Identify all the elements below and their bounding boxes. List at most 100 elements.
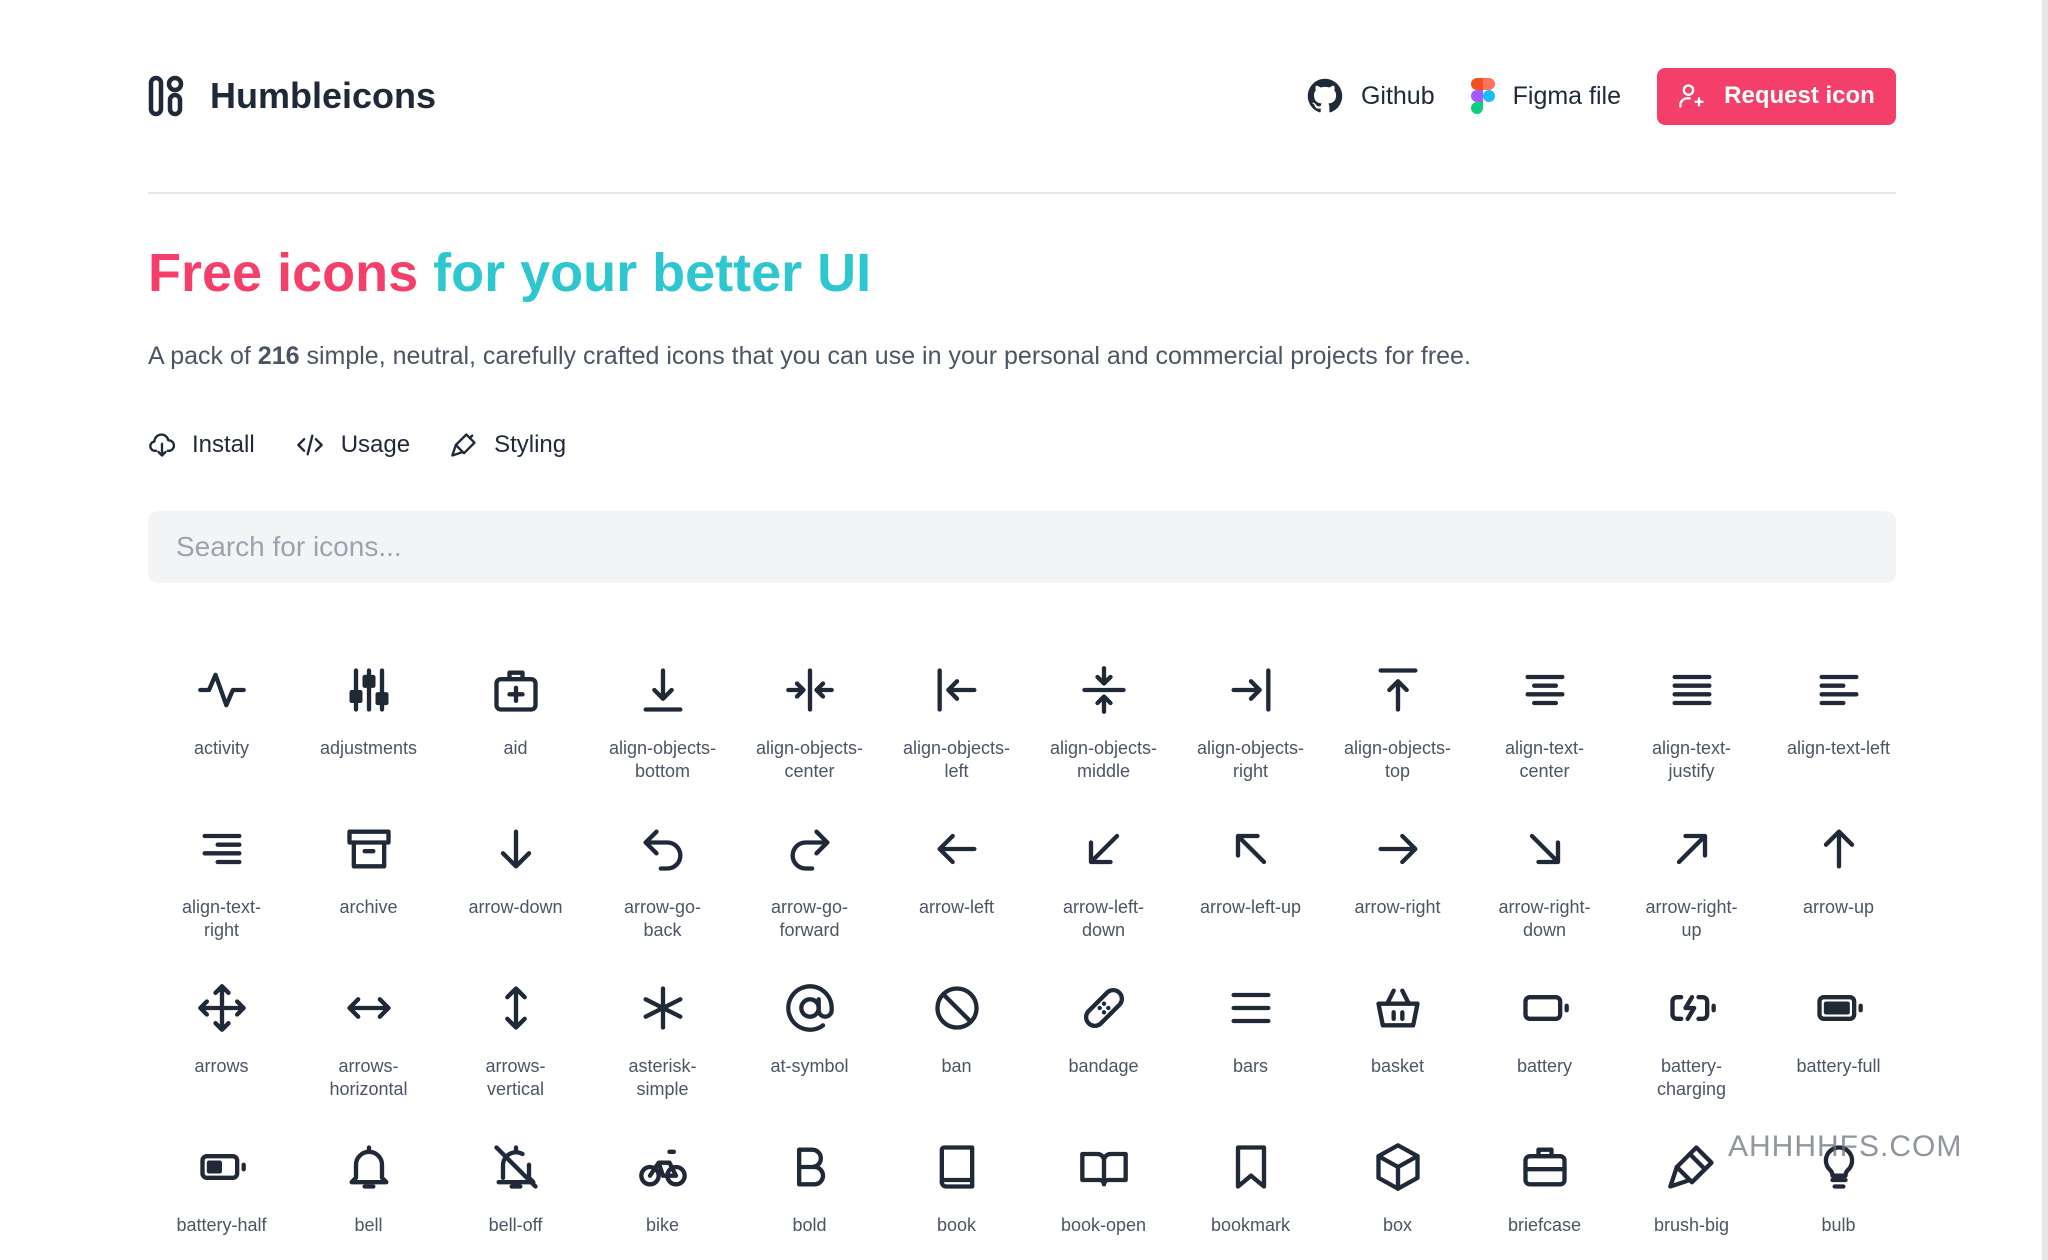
icon-card-align-objects-top[interactable]: align-objects-top (1324, 662, 1471, 821)
icon-card-align-text-center[interactable]: align-text-center (1471, 662, 1618, 821)
window-edge (2042, 0, 2048, 1260)
icon-label: arrow-go-forward (770, 897, 849, 940)
icon-card-adjustments[interactable]: adjustments (295, 662, 442, 821)
ban-icon (931, 980, 983, 1039)
arrow-up-icon (1813, 821, 1865, 880)
icon-card-arrows[interactable]: arrows (148, 980, 295, 1139)
icon-card-align-objects-center[interactable]: align-objects-center (736, 662, 883, 821)
github-link[interactable]: Github (1307, 78, 1435, 114)
icon-card-aid[interactable]: aid (442, 662, 589, 821)
icon-card-arrows-vertical[interactable]: arrows-vertical (442, 980, 589, 1139)
icon-card-align-objects-middle[interactable]: align-objects-middle (1030, 662, 1177, 821)
arrow-right-up-icon (1666, 821, 1718, 880)
icon-card-bike[interactable]: bike (589, 1139, 736, 1260)
icon-label: battery-charging (1656, 1056, 1727, 1099)
icon-card-bold[interactable]: bold (736, 1139, 883, 1260)
search-input[interactable] (148, 511, 1896, 583)
icon-card-arrow-right-down[interactable]: arrow-right-down (1471, 821, 1618, 980)
icon-label: bell (354, 1215, 383, 1235)
icon-card-battery-half[interactable]: battery-half (148, 1139, 295, 1260)
arrow-go-forward-icon (784, 821, 836, 880)
box-icon (1372, 1139, 1424, 1198)
icon-label: at-symbol (770, 1056, 849, 1076)
icon-card-align-text-left[interactable]: align-text-left (1765, 662, 1912, 821)
icon-card-align-objects-bottom[interactable]: align-objects-bottom (589, 662, 736, 821)
battery-charging-icon (1666, 980, 1718, 1039)
icon-card-arrow-right[interactable]: arrow-right (1324, 821, 1471, 980)
icon-label: aid (503, 738, 528, 758)
icon-label: align-text-right (181, 897, 262, 940)
align-text-left-icon (1813, 662, 1865, 721)
icon-card-battery[interactable]: battery (1471, 980, 1618, 1139)
icon-label: arrows-horizontal (329, 1056, 408, 1099)
icon-card-bars[interactable]: bars (1177, 980, 1324, 1139)
icon-card-arrow-right-up[interactable]: arrow-right-up (1618, 821, 1765, 980)
icon-card-align-text-right[interactable]: align-text-right (148, 821, 295, 980)
icon-card-arrow-up[interactable]: arrow-up (1765, 821, 1912, 980)
icon-card-arrows-horizontal[interactable]: arrows-horizontal (295, 980, 442, 1139)
adjustments-icon (343, 662, 395, 721)
basket-icon (1372, 980, 1424, 1039)
icon-card-archive[interactable]: archive (295, 821, 442, 980)
icon-card-arrow-down[interactable]: arrow-down (442, 821, 589, 980)
icon-label: arrows (194, 1056, 249, 1076)
icon-card-battery-charging[interactable]: battery-charging (1618, 980, 1765, 1139)
tab-install[interactable]: Install (148, 431, 255, 459)
aid-icon (490, 662, 542, 721)
activity-icon (196, 662, 248, 721)
icon-label: align-objects-middle (1049, 738, 1158, 781)
icon-card-bookmark[interactable]: bookmark (1177, 1139, 1324, 1260)
icon-card-bell[interactable]: bell (295, 1139, 442, 1260)
icon-card-activity[interactable]: activity (148, 662, 295, 821)
icon-card-ban[interactable]: ban (883, 980, 1030, 1139)
icon-card-align-objects-right[interactable]: align-objects-right (1177, 662, 1324, 821)
icon-card-book[interactable]: book (883, 1139, 1030, 1260)
icon-card-bell-off[interactable]: bell-off (442, 1139, 589, 1260)
icon-label: align-text-justify (1651, 738, 1732, 781)
icon-card-battery-full[interactable]: battery-full (1765, 980, 1912, 1139)
align-text-center-icon (1519, 662, 1571, 721)
request-icon-label: Request icon (1724, 82, 1875, 109)
desc-post: simple, neutral, carefully crafted icons… (299, 342, 1471, 370)
brush-big-icon (1666, 1139, 1718, 1198)
tab-styling[interactable]: Styling (450, 431, 566, 459)
icon-grid: activity adjustments aid align-objects-bott… (148, 662, 1918, 1260)
arrow-down-icon (490, 821, 542, 880)
icon-label: adjustments (319, 738, 418, 758)
tab-usage[interactable]: Usage (295, 431, 410, 459)
icon-label: align-objects-right (1196, 738, 1305, 781)
figma-link[interactable]: Figma file (1470, 78, 1621, 114)
icon-label: bold (792, 1215, 827, 1235)
icon-label: asterisk-simple (628, 1056, 697, 1099)
brand[interactable]: Humbleicons (148, 75, 436, 117)
arrows-vertical-icon (490, 980, 542, 1039)
archive-icon (343, 821, 395, 880)
icon-card-book-open[interactable]: book-open (1030, 1139, 1177, 1260)
icon-card-arrow-left-up[interactable]: arrow-left-up (1177, 821, 1324, 980)
align-objects-middle-icon (1078, 662, 1130, 721)
icon-card-arrow-left-down[interactable]: arrow-left-down (1030, 821, 1177, 980)
icon-card-align-objects-left[interactable]: align-objects-left (883, 662, 1030, 821)
brand-name: Humbleicons (210, 75, 437, 116)
icon-card-arrow-go-back[interactable]: arrow-go-back (589, 821, 736, 980)
align-objects-right-icon (1225, 662, 1277, 721)
icon-card-at-symbol[interactable]: at-symbol (736, 980, 883, 1139)
icon-label: arrow-right (1354, 897, 1441, 917)
icon-label: bell-off (488, 1215, 543, 1235)
humbleicons-logo-icon (148, 75, 184, 117)
icon-label: battery (1516, 1056, 1573, 1076)
icon-label: battery-full (1796, 1056, 1881, 1076)
request-icon-button[interactable]: Request icon (1657, 67, 1896, 125)
icon-card-box[interactable]: box (1324, 1139, 1471, 1260)
icon-card-arrow-left[interactable]: arrow-left (883, 821, 1030, 980)
arrow-left-down-icon (1078, 821, 1130, 880)
icon-label: ban (941, 1056, 972, 1076)
arrow-go-back-icon (637, 821, 689, 880)
icon-card-basket[interactable]: basket (1324, 980, 1471, 1139)
icon-card-arrow-go-forward[interactable]: arrow-go-forward (736, 821, 883, 980)
icon-card-align-text-justify[interactable]: align-text-justify (1618, 662, 1765, 821)
icon-card-briefcase[interactable]: briefcase (1471, 1139, 1618, 1260)
icon-card-asterisk-simple[interactable]: asterisk-simple (589, 980, 736, 1139)
hero-description: A pack of 216 simple, neutral, carefully… (148, 342, 1896, 371)
icon-card-bandage[interactable]: bandage (1030, 980, 1177, 1139)
